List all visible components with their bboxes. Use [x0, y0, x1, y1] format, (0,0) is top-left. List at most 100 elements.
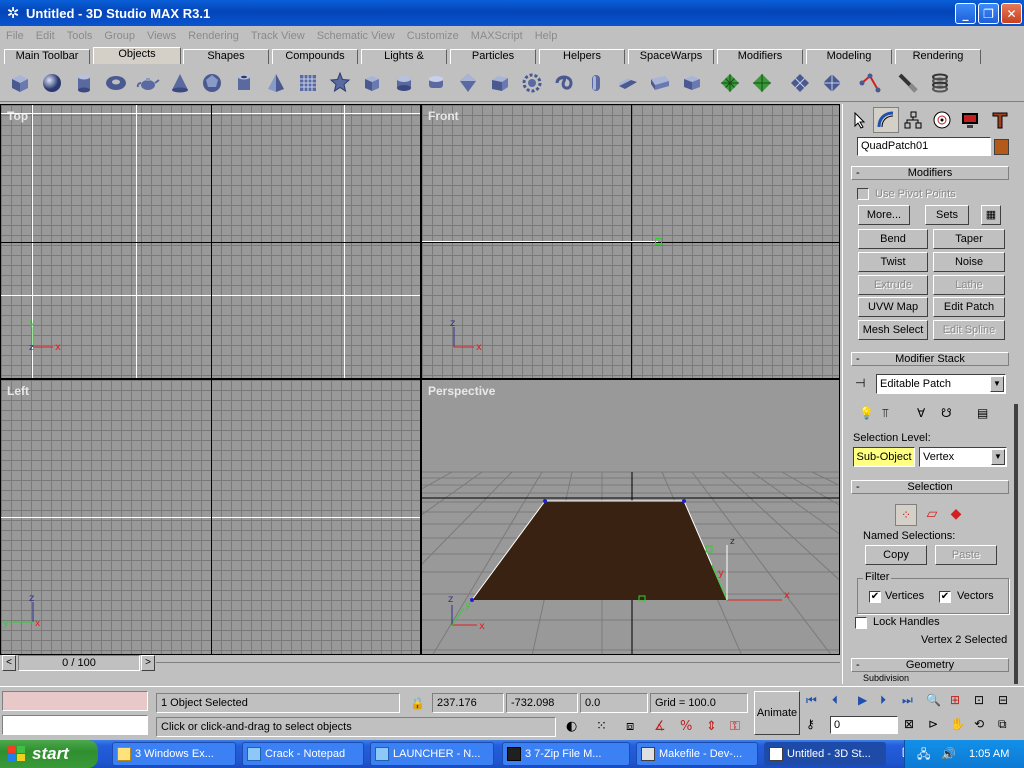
tab-compounds[interactable]: Compounds [272, 49, 358, 64]
taper-button[interactable]: Taper [933, 229, 1005, 249]
taskbar-item-launcher[interactable]: LAUNCHER - N... [370, 742, 494, 766]
close-button[interactable]: ✕ [1001, 3, 1022, 24]
create-tab-icon[interactable] [847, 107, 873, 133]
use-pivot-points-checkbox[interactable] [857, 188, 869, 200]
nurbs-cv-icon[interactable] [786, 69, 814, 97]
noise-button[interactable]: Noise [933, 252, 1005, 272]
vectors-checkbox[interactable]: ✔ [939, 591, 951, 603]
menu-group[interactable]: Group [98, 30, 141, 42]
more-button[interactable]: More... [858, 205, 910, 225]
capsule-icon[interactable] [422, 69, 450, 97]
region-zoom-icon[interactable]: ⊠ [904, 717, 914, 731]
spring-icon[interactable] [926, 69, 954, 97]
menu-customize[interactable]: Customize [401, 30, 465, 42]
taskbar-item-explorer[interactable]: 3 Windows Ex... [112, 742, 236, 766]
bezier-icon[interactable] [856, 69, 884, 97]
time-slider[interactable]: < 0 / 100 > [0, 655, 840, 672]
sub-object-level-dropdown[interactable]: Vertex ▼ [919, 447, 1007, 467]
zoom-all-icon[interactable]: ⊞ [950, 693, 960, 707]
next-frame-icon[interactable]: ⏵ [880, 693, 886, 708]
viewport-left[interactable]: Left z y x [0, 379, 421, 655]
teapot-icon[interactable] [134, 69, 162, 97]
percent-snap-icon[interactable]: % [680, 719, 692, 734]
maximize-viewport-icon[interactable]: ⧉ [998, 717, 1007, 732]
maximize-button[interactable]: ❐ [978, 3, 999, 24]
menu-maxscript[interactable]: MAXScript [465, 30, 529, 42]
window-crossing-icon[interactable]: ⁙ [596, 719, 607, 734]
gear-icon[interactable] [518, 69, 546, 97]
arc-rotate-icon[interactable]: ⟲ [974, 717, 984, 731]
vertex-level-icon[interactable]: ⁘ [895, 504, 917, 526]
quadpatch-surface[interactable] [472, 501, 727, 600]
remove-modifier-icon[interactable]: ☋ [941, 406, 952, 420]
lock-selection-icon[interactable]: 🔒 [410, 696, 425, 710]
twist-button[interactable]: Twist [858, 252, 928, 272]
grid-plane-icon[interactable] [294, 69, 322, 97]
motion-tab-icon[interactable] [929, 107, 955, 133]
keyboard-override-icon[interactable]: ⚿ [730, 719, 740, 734]
hedra-icon[interactable] [646, 69, 674, 97]
field-of-view-icon[interactable]: ⊳ [928, 717, 938, 731]
maxscript-listener-line[interactable] [2, 691, 148, 711]
network-icon[interactable]: 🖧 [917, 740, 930, 768]
taskbar-item-devcpp[interactable]: Makefile - Dev-... [636, 742, 758, 766]
modifiers-rollout-header[interactable]: - Modifiers [851, 166, 1009, 180]
taskbar-item-notepad[interactable]: Crack - Notepad [242, 742, 364, 766]
torus-knot-icon[interactable] [550, 69, 578, 97]
tab-rendering[interactable]: Rendering [895, 49, 981, 64]
active-inactive-icon[interactable]: 💡 [859, 406, 874, 420]
configure-sets-icon[interactable]: ▦ [981, 205, 1001, 225]
hierarchy-tab-icon[interactable] [900, 107, 926, 133]
tab-modeling[interactable]: Modeling [806, 49, 892, 64]
vertices-checkbox[interactable]: ✔ [869, 591, 881, 603]
menu-help[interactable]: Help [529, 30, 564, 42]
tab-spacewarps[interactable]: SpaceWarps [628, 49, 714, 64]
spindle-icon[interactable] [582, 69, 610, 97]
uvw-map-button[interactable]: UVW Map [858, 297, 928, 317]
handle-level-icon[interactable]: ▱ [921, 506, 943, 526]
play-icon[interactable]: ▶ [858, 693, 867, 707]
extrude-button[interactable]: Extrude [858, 275, 928, 295]
zoom-extents-all-icon[interactable]: ⊟ [998, 693, 1008, 707]
angle-snap-icon[interactable]: ∡ [654, 719, 666, 734]
z-coordinate[interactable]: 0.0 [580, 693, 648, 713]
cone-icon[interactable] [166, 69, 194, 97]
show-end-result-icon[interactable]: ⫪ [882, 406, 889, 421]
tab-objects[interactable]: Objects [93, 47, 181, 65]
geometry-rollout-header[interactable]: - Geometry [851, 658, 1009, 672]
sphere-icon[interactable] [38, 69, 66, 97]
patch-level-icon[interactable]: ◆ [945, 506, 967, 526]
edit-spline-button[interactable]: Edit Spline [933, 320, 1005, 340]
object-name-field[interactable]: QuadPatch01 [857, 137, 991, 156]
edit-patch-button[interactable]: Edit Patch [933, 297, 1005, 317]
lathe-button[interactable]: Lathe [933, 275, 1005, 295]
tab-particles[interactable]: Particles [450, 49, 536, 64]
previous-frame-icon[interactable]: ⏴ [832, 693, 838, 708]
modify-tab-icon[interactable] [873, 107, 899, 133]
clock[interactable]: 1:05 AM [969, 740, 1009, 768]
object-color-swatch[interactable] [994, 139, 1009, 155]
x-coordinate[interactable]: 237.176 [432, 693, 504, 713]
lock-handles-checkbox[interactable] [855, 617, 867, 629]
quadpatch-icon[interactable] [716, 69, 744, 97]
modifier-stack-rollout-header[interactable]: - Modifier Stack [851, 352, 1009, 366]
display-tab-icon[interactable] [957, 107, 983, 133]
tripatch-icon[interactable] [748, 69, 776, 97]
star-icon[interactable] [326, 69, 354, 97]
degradation-override-icon[interactable]: ◐ [566, 719, 577, 734]
minimize-button[interactable]: _ [955, 3, 976, 24]
current-frame-field[interactable]: 0 [830, 716, 898, 734]
zoom-extents-icon[interactable]: ⊡ [974, 693, 984, 707]
tab-shapes[interactable]: Shapes [183, 49, 269, 64]
taskbar-item-7zip[interactable]: 3 7-Zip File M... [502, 742, 630, 766]
wedge-icon[interactable] [614, 69, 642, 97]
selection-rollout-header[interactable]: - Selection [851, 480, 1009, 494]
paste-button[interactable]: Paste [935, 545, 997, 565]
tab-main-toolbar[interactable]: Main Toolbar [4, 49, 90, 64]
box-icon[interactable] [6, 69, 34, 97]
torus-icon[interactable] [102, 69, 130, 97]
ringwave-icon[interactable] [678, 69, 706, 97]
nurbs-point-icon[interactable] [818, 69, 846, 97]
spinner-snap-icon[interactable]: ⇕ [706, 719, 717, 734]
gengon-icon[interactable] [454, 69, 482, 97]
